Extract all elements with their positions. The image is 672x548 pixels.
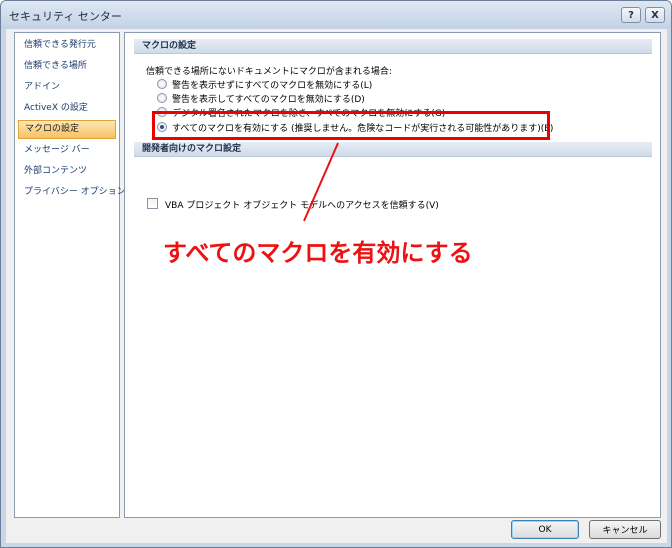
title-bar: セキュリティ センター ? X [1,1,671,29]
vba-trust-label: VBA プロジェクト オブジェクト モデルへのアクセスを信頼する(V) [165,201,439,211]
sidebar-item-macro-settings[interactable]: マクロの設定 [18,120,116,139]
highlight-annotation-box [152,111,550,140]
macro-settings-intro: 信頼できる場所にないドキュメントにマクロが含まれる場合: [146,67,392,77]
sidebar-item-external-content[interactable]: 外部コンテンツ [18,162,116,181]
radio-label: 警告を表示せずにすべてのマクロを無効にする(L) [172,81,373,91]
window-title: セキュリティ センター [9,10,122,23]
sidebar-item-privacy-options[interactable]: プライバシー オプション [18,183,126,202]
sidebar-item-message-bar[interactable]: メッセージ バー [18,141,116,160]
help-button[interactable]: ? [621,7,641,23]
sidebar-item-activex-settings[interactable]: ActiveX の設定 [18,99,116,118]
sidebar-item-trusted-publishers[interactable]: 信頼できる発行元 [18,36,116,55]
sidebar-item-add-ins[interactable]: アドイン [18,78,116,97]
close-button[interactable]: X [645,7,665,23]
dialog-body: 信頼できる発行元 信頼できる場所 アドイン ActiveX の設定 マクロの設定… [6,29,667,543]
security-center-window: セキュリティ センター ? X 信頼できる発行元 信頼できる場所 アドイン Ac… [0,0,672,548]
vba-trust-checkbox[interactable] [147,198,158,209]
cancel-button[interactable]: キャンセル [589,520,661,539]
macro-settings-heading: マクロの設定 [134,39,652,54]
annotation-text: すべてのマクロを有効にする [163,239,473,267]
settings-panel: マクロの設定 信頼できる場所にないドキュメントにマクロが含まれる場合: 警告を表… [124,32,661,518]
radio-button[interactable] [157,79,167,89]
developer-settings-heading: 開発者向けのマクロ設定 [134,142,652,157]
ok-button[interactable]: OK [511,520,579,539]
radio-button[interactable] [157,93,167,103]
radio-label: 警告を表示してすべてのマクロを無効にする(D) [172,95,365,105]
category-sidebar: 信頼できる発行元 信頼できる場所 アドイン ActiveX の設定 マクロの設定… [14,32,126,518]
sidebar-item-trusted-locations[interactable]: 信頼できる場所 [18,57,116,76]
